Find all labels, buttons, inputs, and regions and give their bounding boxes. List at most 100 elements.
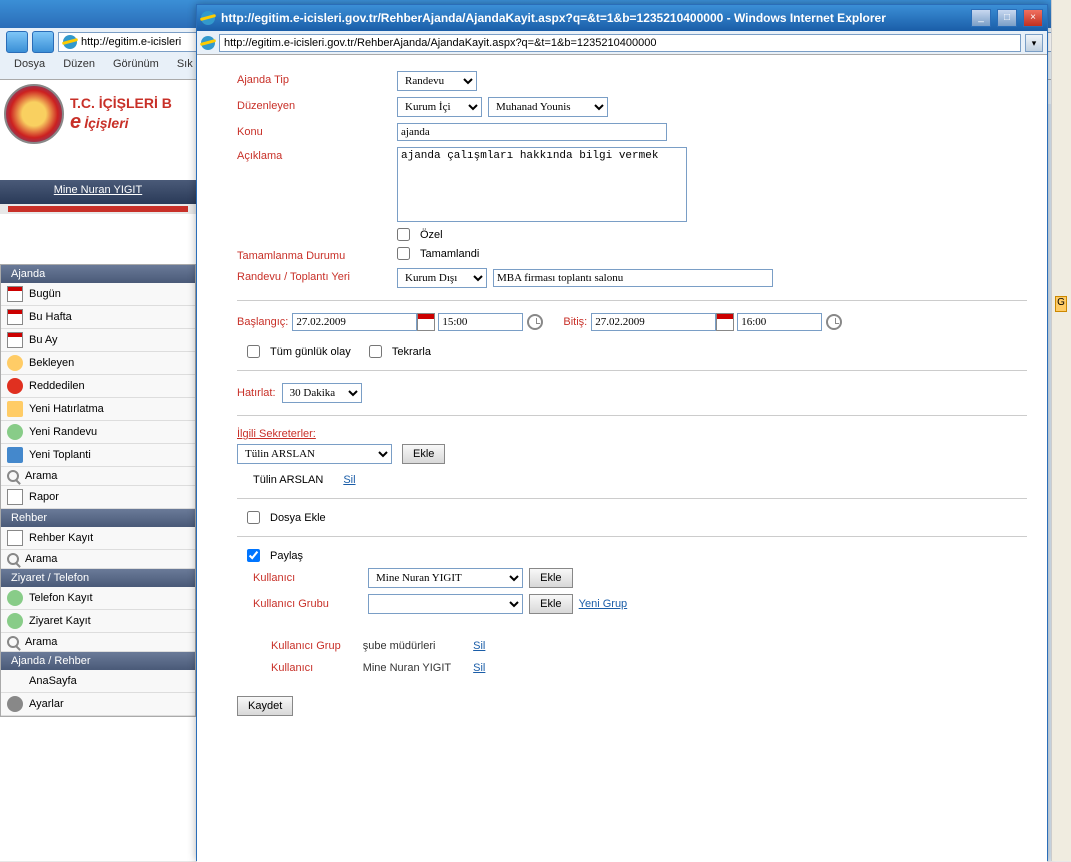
label-aciklama: Açıklama bbox=[237, 147, 397, 162]
maximize-button[interactable]: □ bbox=[997, 9, 1017, 27]
sb-header-ziyaret: Ziyaret / Telefon bbox=[1, 569, 195, 587]
sidebar-item-toplanti[interactable]: Yeni Toplanti bbox=[1, 444, 195, 467]
sidebar-item-ayarlar[interactable]: Ayarlar bbox=[1, 693, 195, 716]
label-tamamlanma: Tamamlanma Durumu bbox=[237, 247, 397, 262]
sidebar-item-buay[interactable]: Bu Ay bbox=[1, 329, 195, 352]
share-type: Kullanıcı Grup bbox=[271, 636, 361, 656]
ekle-sekreter-button[interactable]: Ekle bbox=[402, 444, 445, 464]
sidebar-item-randevu[interactable]: Yeni Randevu bbox=[1, 421, 195, 444]
popup-title: http://egitim.e-icisleri.gov.tr/RehberAj… bbox=[221, 11, 965, 25]
sidebar-item-arama2[interactable]: Arama bbox=[1, 550, 195, 569]
calendar-icon[interactable] bbox=[417, 313, 435, 331]
clock-icon[interactable] bbox=[527, 314, 543, 330]
select-hatirlat[interactable]: 30 Dakika bbox=[282, 383, 362, 403]
menu-duzen[interactable]: Düzen bbox=[63, 58, 95, 70]
menu-gorunum[interactable]: Görünüm bbox=[113, 58, 159, 70]
sidebar-item-arama3[interactable]: Arama bbox=[1, 633, 195, 652]
sidebar-item-hatirlatma[interactable]: Yeni Hatırlatma bbox=[1, 398, 195, 421]
checkbox-tumgunluk[interactable] bbox=[247, 345, 260, 358]
input-yeri[interactable] bbox=[493, 269, 773, 287]
input-bit-tarih[interactable] bbox=[591, 313, 716, 331]
select-duzenleyen-kisi[interactable]: Muhanad Younis bbox=[488, 97, 608, 117]
bg-fwd-button[interactable] bbox=[32, 31, 54, 53]
alert-icon bbox=[7, 401, 23, 417]
table-row: Kullanıcı Grup şube müdürleri Sil bbox=[271, 636, 505, 656]
sidebar-item-anasayfa[interactable]: AnaSayfa bbox=[1, 670, 195, 693]
sidebar: Ajanda Bugün Bu Hafta Bu Ay Bekleyen Red… bbox=[0, 264, 196, 717]
sidebar-item-reddedilen[interactable]: Reddedilen bbox=[1, 375, 195, 398]
close-button[interactable]: × bbox=[1023, 9, 1043, 27]
divider bbox=[237, 536, 1027, 537]
red-bar bbox=[0, 204, 196, 214]
ekle-grup-button[interactable]: Ekle bbox=[529, 594, 572, 614]
yeni-grup-link[interactable]: Yeni Grup bbox=[579, 598, 628, 610]
label-tamamlandi: Tamamlandi bbox=[420, 248, 479, 260]
calendar-icon[interactable] bbox=[716, 313, 734, 331]
table-row: Kullanıcı Mine Nuran YIGIT Sil bbox=[271, 658, 505, 678]
menu-dosya[interactable]: Dosya bbox=[14, 58, 45, 70]
label-share-grup: Kullanıcı Grubu bbox=[253, 598, 368, 610]
phone-icon bbox=[7, 590, 23, 606]
label-tekrarla: Tekrarla bbox=[392, 346, 431, 358]
sb-header-ajanda: Ajanda bbox=[1, 265, 195, 283]
url-dropdown[interactable]: ▾ bbox=[1025, 34, 1043, 52]
popup-content: Ajanda Tip Randevu Düzenleyen Kurum İçi … bbox=[197, 55, 1047, 862]
label-baslangic: Başlangıç: bbox=[237, 316, 288, 328]
select-share-user[interactable]: Mine Nuran YIGIT bbox=[368, 568, 523, 588]
kaydet-button[interactable]: Kaydet bbox=[237, 696, 293, 716]
search-icon bbox=[7, 553, 19, 565]
select-yeri-tip[interactable]: Kurum Dışı bbox=[397, 268, 487, 288]
e-logo: e bbox=[70, 111, 81, 133]
sidebar-item-rehberkayit[interactable]: Rehber Kayıt bbox=[1, 527, 195, 550]
sil-link[interactable]: Sil bbox=[473, 662, 485, 674]
ekle-user-button[interactable]: Ekle bbox=[529, 568, 572, 588]
right-strip: G bbox=[1051, 0, 1071, 861]
search-icon bbox=[7, 470, 19, 482]
sidebar-item-rapor[interactable]: Rapor bbox=[1, 486, 195, 509]
clock-icon bbox=[7, 355, 23, 371]
input-bas-saat[interactable] bbox=[438, 313, 523, 331]
label-konu: Konu bbox=[237, 123, 397, 138]
select-duzenleyen-tip[interactable]: Kurum İçi bbox=[397, 97, 482, 117]
ie-icon bbox=[201, 11, 215, 25]
label-paylas: Paylaş bbox=[270, 550, 303, 562]
bg-back-button[interactable] bbox=[6, 31, 28, 53]
sidebar-item-arama[interactable]: Arama bbox=[1, 467, 195, 486]
sil-link[interactable]: Sil bbox=[473, 640, 485, 652]
calendar-icon bbox=[7, 286, 23, 302]
site-title-1: T.C. İÇİŞLERİ B bbox=[70, 95, 172, 111]
sidebar-item-telefon[interactable]: Telefon Kayıt bbox=[1, 587, 195, 610]
checkbox-ozel[interactable] bbox=[397, 228, 410, 241]
checkbox-paylas[interactable] bbox=[247, 549, 260, 562]
popup-titlebar[interactable]: http://egitim.e-icisleri.gov.tr/RehberAj… bbox=[197, 5, 1047, 31]
divider bbox=[237, 300, 1027, 301]
select-ajanda-tip[interactable]: Randevu bbox=[397, 71, 477, 91]
input-bit-saat[interactable] bbox=[737, 313, 822, 331]
input-bas-tarih[interactable] bbox=[292, 313, 417, 331]
minimize-button[interactable]: _ bbox=[971, 9, 991, 27]
select-share-grup[interactable] bbox=[368, 594, 523, 614]
select-sekreter[interactable]: Tülin ARSLAN bbox=[237, 444, 392, 464]
add-icon bbox=[7, 424, 23, 440]
label-bitis: Bitiş: bbox=[563, 316, 587, 328]
popup-urlbar: http://egitim.e-icisleri.gov.tr/RehberAj… bbox=[197, 31, 1047, 55]
input-konu[interactable] bbox=[397, 123, 667, 141]
popup-address-bar[interactable]: http://egitim.e-icisleri.gov.tr/RehberAj… bbox=[219, 34, 1021, 52]
checkbox-tekrarla[interactable] bbox=[369, 345, 382, 358]
sb-header-ajanda-rehber: Ajanda / Rehber bbox=[1, 652, 195, 670]
sidebar-item-bekleyen[interactable]: Bekleyen bbox=[1, 352, 195, 375]
sil-sekreter-link[interactable]: Sil bbox=[343, 474, 355, 486]
sb-header-rehber: Rehber bbox=[1, 509, 195, 527]
sidebar-item-ziyaret[interactable]: Ziyaret Kayıt bbox=[1, 610, 195, 633]
gear-icon bbox=[7, 696, 23, 712]
label-ozel: Özel bbox=[420, 229, 443, 241]
checkbox-dosya-ekle[interactable] bbox=[247, 511, 260, 524]
sidebar-item-bugun[interactable]: Bugün bbox=[1, 283, 195, 306]
textarea-aciklama[interactable]: ajanda çalışmları hakkında bilgi vermek bbox=[397, 147, 687, 222]
reject-icon bbox=[7, 378, 23, 394]
checkbox-tamamlandi[interactable] bbox=[397, 247, 410, 260]
bg-url-text: http://egitim.e-icisleri bbox=[81, 36, 181, 48]
sidebar-item-buhafta[interactable]: Bu Hafta bbox=[1, 306, 195, 329]
clock-icon[interactable] bbox=[826, 314, 842, 330]
user-name-link[interactable]: Mine Nuran YIGIT bbox=[54, 184, 142, 196]
